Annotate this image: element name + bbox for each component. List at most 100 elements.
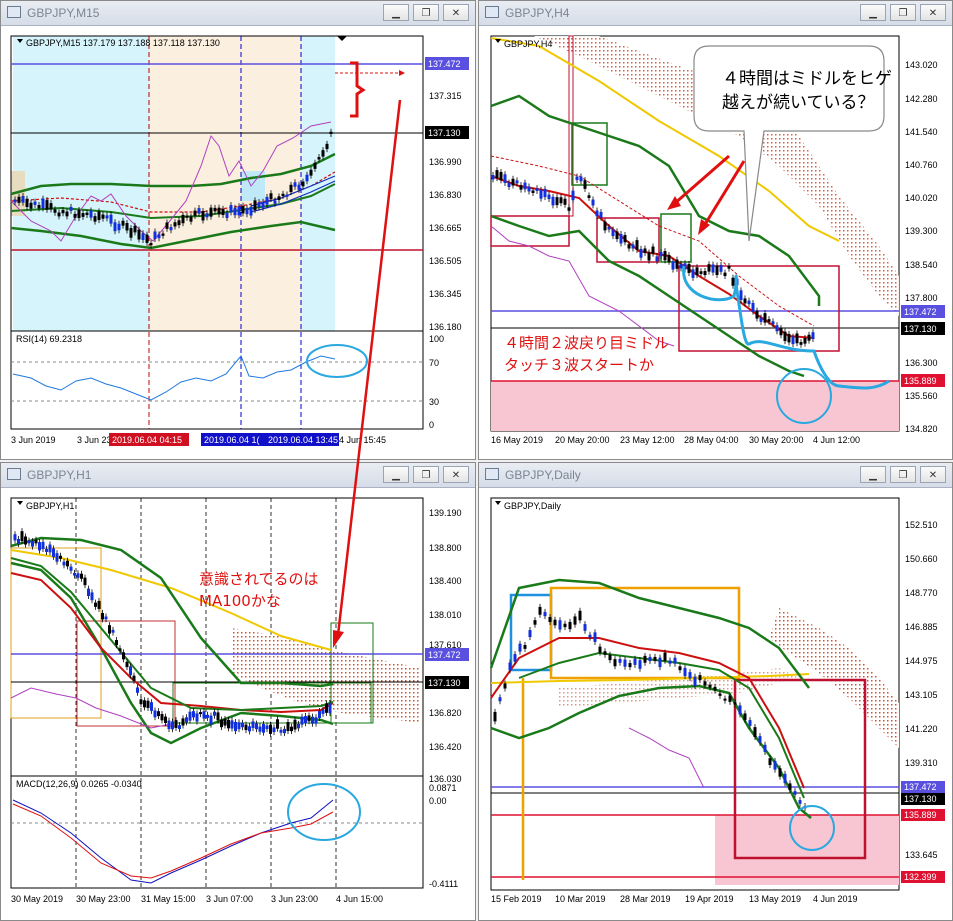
candle-body	[177, 220, 181, 226]
candle-body	[643, 655, 647, 663]
candle-body	[531, 190, 535, 193]
restore-button[interactable]: ❐	[890, 466, 916, 483]
candle-body	[671, 261, 675, 270]
candle-body	[245, 207, 249, 215]
candle-body	[45, 200, 49, 210]
candle-body	[225, 212, 229, 218]
candle-body	[21, 196, 25, 203]
candle-body	[69, 566, 73, 571]
close-button[interactable]: ✕	[920, 4, 946, 21]
date-label: 15 Feb 2019	[491, 894, 542, 904]
chart-canvas-h4[interactable]: ４時間はミドルをヒゲ 越えが続いている？ ４時間２波戻り目ミドル タッチ３波スタ…	[479, 26, 952, 459]
chart-window-daily[interactable]: GBPJPY,Daily ▁ ❐ ✕ GBPJPY,Daily 152.510 …	[478, 462, 953, 921]
minimize-button[interactable]: ▁	[860, 4, 886, 21]
candle-body	[257, 202, 261, 208]
price-label: 139.300	[905, 226, 938, 236]
window-titlebar[interactable]: GBPJPY,M15 ▁ ❐ ✕	[1, 1, 475, 26]
chart-canvas-m15[interactable]: 137.315 136.990 136.830 136.665 136.505 …	[1, 26, 475, 459]
candle-body	[174, 720, 178, 728]
minimize-button[interactable]: ▁	[383, 4, 409, 21]
candle-body	[153, 231, 157, 240]
candle-body	[591, 199, 595, 206]
minimize-button[interactable]: ▁	[383, 466, 409, 483]
restore-button[interactable]: ❐	[413, 4, 439, 21]
candle-body	[269, 193, 273, 200]
date-label: 30 May 2019	[11, 894, 63, 904]
candle-body	[731, 277, 735, 286]
candle-body	[213, 207, 217, 212]
candle-body	[164, 716, 167, 723]
candle-body	[603, 221, 607, 231]
candle-body	[205, 213, 209, 218]
chart-canvas-daily[interactable]: GBPJPY,Daily 152.510 150.660 148.770 146…	[479, 488, 952, 920]
candle-body	[559, 197, 563, 204]
candle-body	[290, 726, 293, 732]
chart-header: GBPJPY,H4	[504, 39, 552, 49]
candle-body	[223, 718, 227, 726]
candle-body	[97, 600, 101, 609]
minimize-button[interactable]: ▁	[860, 466, 886, 483]
candle-body	[533, 620, 537, 625]
close-button[interactable]: ✕	[443, 4, 469, 21]
candle-body	[202, 711, 206, 719]
candle-body	[185, 717, 188, 723]
candle-body	[193, 210, 197, 216]
candle-body	[121, 220, 125, 226]
close-button[interactable]: ✕	[920, 466, 946, 483]
candle-body	[639, 248, 643, 258]
price-label: 143.020	[905, 60, 938, 70]
candle-body	[150, 702, 153, 711]
chart-window-icon	[485, 468, 499, 480]
candle-body	[297, 184, 301, 190]
candle-body	[787, 333, 791, 343]
candle-body	[763, 744, 767, 752]
candle-body	[638, 660, 642, 669]
restore-button[interactable]: ❐	[890, 4, 916, 21]
chart-window-h1[interactable]: GBPJPY,H1 ▁ ❐ ✕ 意識されてるのは MA100かな GBPJPY,…	[0, 462, 476, 921]
candle-body	[571, 190, 575, 201]
chart-canvas-h1[interactable]: 意識されてるのは MA100かな GBPJPY,H1 MACD(12,26,9)…	[1, 488, 475, 920]
price-label: 136.180	[429, 322, 462, 332]
chart-window-h4[interactable]: GBPJPY,H4 ▁ ❐ ✕ ４時間はミドルをヒゲ 越えが続いている？ ４時間…	[478, 0, 953, 460]
candle-body	[811, 332, 815, 340]
annotation-text-line1: ４時間２波戻り目ミドル	[504, 334, 669, 352]
candle-body	[547, 194, 551, 200]
restore-button[interactable]: ❐	[413, 466, 439, 483]
window-titlebar[interactable]: GBPJPY,Daily ▁ ❐ ✕	[479, 463, 952, 488]
candle-body	[718, 693, 722, 696]
candle-body	[498, 697, 502, 702]
rsi-level: 0	[429, 420, 434, 430]
macd-label: MACD(12,26,9) 0.0265 -0.0340	[16, 779, 142, 789]
candle-body	[743, 298, 747, 304]
candle-body	[759, 317, 763, 322]
price-tag-bottom: 132.399	[904, 872, 937, 882]
candle-body	[783, 331, 787, 342]
candle-body	[181, 718, 185, 726]
window-titlebar[interactable]: GBPJPY,H4 ▁ ❐ ✕	[479, 1, 952, 26]
candle-body	[111, 629, 115, 633]
window-titlebar[interactable]: GBPJPY,H1 ▁ ❐ ✕	[1, 463, 475, 488]
candle-body	[192, 711, 195, 718]
close-button[interactable]: ✕	[443, 466, 469, 483]
candle-body	[317, 157, 321, 160]
candle-body	[703, 681, 707, 686]
candle-body	[658, 657, 662, 668]
candle-body	[653, 656, 657, 661]
candle-body	[165, 222, 169, 229]
candle-body	[255, 723, 258, 730]
candle-body	[31, 541, 34, 547]
price-tag-current-text: 137.130	[428, 128, 461, 138]
candle-body	[248, 726, 251, 732]
candle-body	[293, 182, 297, 187]
candle-body	[52, 548, 55, 557]
candle-body	[673, 657, 677, 664]
chart-window-m15[interactable]: GBPJPY,M15 ▁ ❐ ✕ 137.315 136.990 136.830…	[0, 0, 476, 460]
candle-body	[707, 264, 711, 272]
candle-body	[185, 215, 189, 218]
candle-body	[109, 214, 113, 224]
candle-body	[146, 700, 150, 708]
price-label: 139.190	[429, 508, 462, 518]
date-label: 30 May 23:00	[76, 894, 131, 904]
candle-body	[803, 337, 807, 344]
candle-body	[598, 646, 602, 653]
